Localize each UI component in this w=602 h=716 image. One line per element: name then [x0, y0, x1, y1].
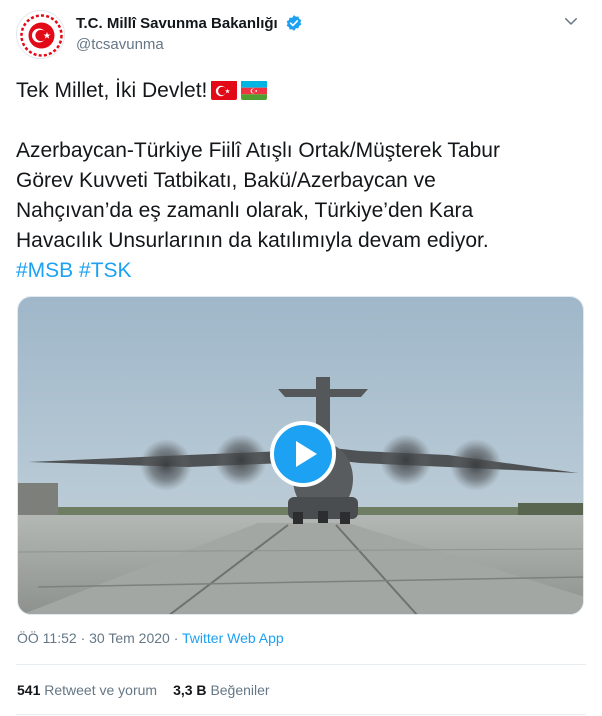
tweet-body-line: Azerbaycan-Türkiye Fiilî Atışlı Ortak/Mü… [16, 139, 500, 162]
meta-separator: · [173, 630, 179, 646]
tweet-body-line: Görev Kuvveti Tatbikatı, Bakü/Azerbaycan… [16, 169, 436, 192]
hashtag-line: #MSB #TSK [16, 256, 586, 286]
chevron-down-icon[interactable] [562, 12, 580, 30]
hashtag-link[interactable]: #MSB [16, 259, 73, 282]
retweets-label: Retweet ve yorum [44, 682, 158, 698]
tweet-header: T.C. Millî Savunma Bakanlığı @tcsavunma [16, 10, 586, 62]
tweet-headline-line: Tek Millet, İki Devlet! [16, 76, 586, 106]
author-handle[interactable]: @tcsavunma [76, 36, 303, 53]
play-icon[interactable] [270, 421, 336, 487]
flag-turkey-icon [211, 80, 238, 100]
avatar[interactable] [16, 10, 65, 59]
author-names: T.C. Millî Savunma Bakanlığı @tcsavunma [76, 14, 303, 53]
likes-stat[interactable]: 3,3 B Beğeniler [173, 682, 270, 698]
tweet-body-line: Havacılık Unsurlarının da katılımıyla de… [16, 229, 489, 252]
divider [16, 714, 586, 715]
likes-count: 3,3 B [173, 682, 207, 698]
tweet-text: Tek Millet, İki Devlet! Azerbaycan-Türki… [16, 76, 586, 286]
tweet-body-line: Nahçıvan’da eş zamanlı olarak, Türkiye’d… [16, 199, 474, 222]
verified-badge-icon [286, 15, 302, 31]
tweet-stats: 541 Retweet ve yorum 3,3 B Beğeniler [17, 682, 270, 698]
tweet-meta: ÖÖ 11:52 · 30 Tem 2020 · Twitter Web App [17, 630, 284, 646]
tweet-headline: Tek Millet, İki Devlet! [16, 79, 208, 102]
retweets-count: 541 [17, 682, 41, 698]
video-player[interactable] [17, 296, 584, 615]
tweet-time[interactable]: ÖÖ 11:52 [17, 630, 77, 646]
meta-separator: · [80, 630, 86, 646]
flag-azerbaijan-icon [241, 80, 268, 100]
hashtag-link[interactable]: #TSK [79, 259, 132, 282]
tweet-source-link[interactable]: Twitter Web App [182, 630, 284, 646]
likes-label: Beğeniler [210, 682, 270, 698]
author-display-name[interactable]: T.C. Millî Savunma Bakanlığı [76, 15, 278, 32]
divider [16, 664, 586, 665]
tweet-date[interactable]: 30 Tem 2020 [89, 630, 170, 646]
ministry-logo-icon [20, 14, 63, 57]
retweets-stat[interactable]: 541 Retweet ve yorum [17, 682, 157, 698]
